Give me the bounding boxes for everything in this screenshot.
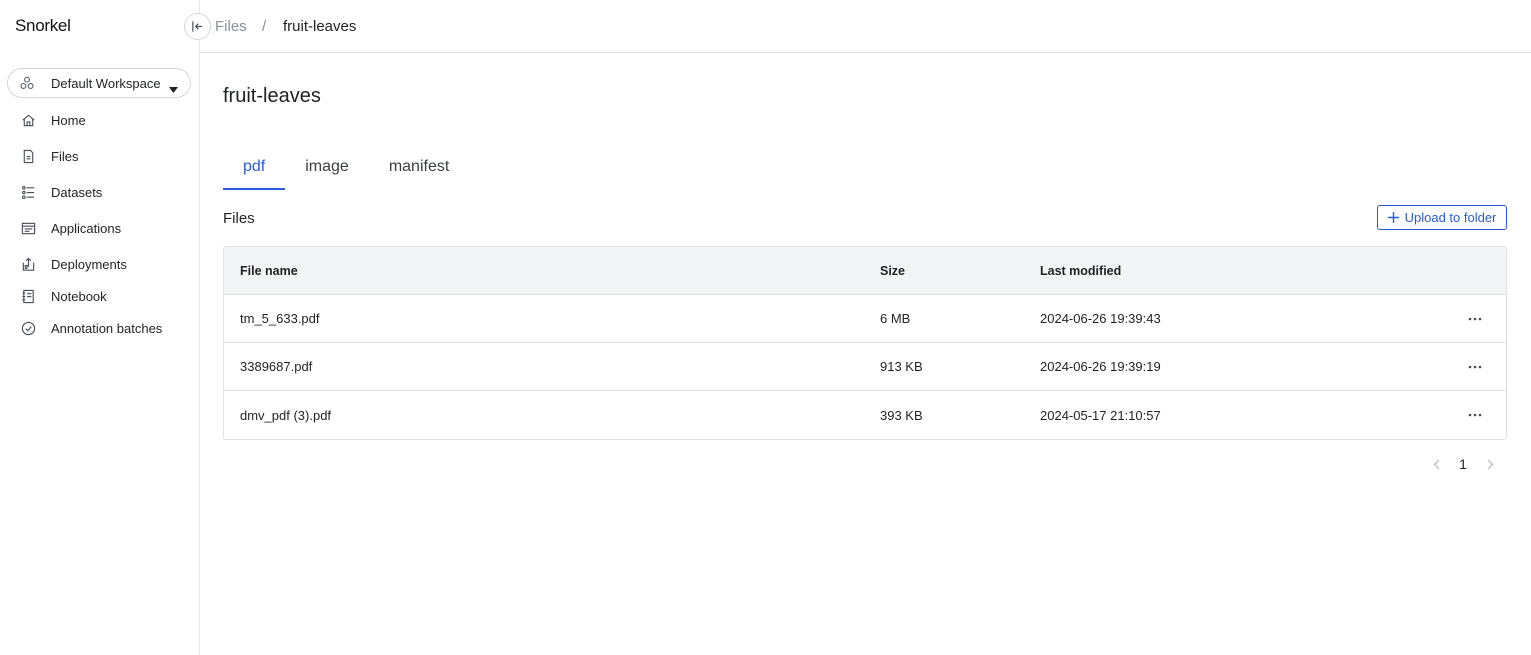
sidebar-item-label: Home xyxy=(51,112,86,128)
file-name-cell: tm_5_633.pdf xyxy=(240,311,320,326)
sidebar-item-label: Datasets xyxy=(51,184,103,200)
collapse-left-icon xyxy=(191,20,204,33)
sidebar-item-notebook[interactable]: Notebook xyxy=(0,282,199,310)
file-icon xyxy=(20,148,36,164)
workspace-name: Default Workspace xyxy=(51,75,161,91)
table-row[interactable]: 3389687.pdf 913 KB 2024-06-26 19:39:19 xyxy=(224,343,1506,391)
actions-cell xyxy=(1444,405,1506,425)
plus-icon xyxy=(1387,212,1399,223)
breadcrumb-files-link[interactable]: Files xyxy=(215,18,247,35)
file-name-cell: dmv_pdf (3).pdf xyxy=(240,407,332,423)
column-header-size[interactable]: Size xyxy=(864,264,1024,278)
caret-down-icon xyxy=(169,80,178,98)
table-row[interactable]: tm_5_633.pdf 6 MB 2024-06-26 19:39:43 xyxy=(224,295,1506,343)
actions-cell xyxy=(1444,357,1506,377)
sidebar: Snorkel Default Workspace Home Files Dat… xyxy=(0,0,200,655)
actions-cell xyxy=(1444,309,1506,329)
sidebar-item-label: Notebook xyxy=(51,288,107,304)
sidebar-item-datasets[interactable]: Datasets xyxy=(0,174,199,210)
app-root: Snorkel Default Workspace Home Files Dat… xyxy=(0,0,1531,655)
chevron-right-icon[interactable] xyxy=(1481,454,1499,474)
workspace-selector[interactable]: Default Workspace xyxy=(7,68,191,98)
deployments-icon xyxy=(20,256,36,272)
file-size-cell: 6 MB xyxy=(880,311,911,326)
tab-manifest[interactable]: manifest xyxy=(369,150,469,190)
sidebar-item-home[interactable]: Home xyxy=(0,102,199,138)
breadcrumb-separator: / xyxy=(262,18,267,35)
tab-image[interactable]: image xyxy=(285,150,369,190)
more-options-icon[interactable] xyxy=(1463,405,1487,425)
workspace-icon xyxy=(20,76,34,90)
page-number[interactable]: 1 xyxy=(1445,456,1481,472)
table-row[interactable]: dmv_pdf (3).pdf 393 KB 2024-05-17 21:10:… xyxy=(224,391,1506,439)
datasets-icon xyxy=(20,184,36,200)
column-header-file-name[interactable]: File name xyxy=(224,264,864,278)
page-title: fruit-leaves xyxy=(223,85,321,107)
folder-tabs: pdf image manifest xyxy=(223,150,469,190)
sidebar-item-label: Files xyxy=(51,148,79,164)
last-modified-cell: 2024-05-17 21:10:57 xyxy=(1040,407,1161,423)
tab-pdf[interactable]: pdf xyxy=(223,150,286,190)
app-logo[interactable]: Snorkel xyxy=(15,16,71,36)
sidebar-nav: Home Files Datasets Applications Deploym… xyxy=(0,102,199,346)
file-size-cell: 393 KB xyxy=(880,407,923,423)
last-modified-cell: 2024-06-26 19:39:19 xyxy=(1040,359,1161,374)
notebook-icon xyxy=(20,288,36,304)
applications-icon xyxy=(20,220,36,236)
check-circle-icon xyxy=(20,320,36,336)
sidebar-item-deployments[interactable]: Deployments xyxy=(0,246,199,282)
more-options-icon[interactable] xyxy=(1463,309,1487,329)
home-icon xyxy=(20,112,36,128)
files-section-label: Files xyxy=(223,210,255,227)
top-header: Files / fruit-leaves xyxy=(200,0,1531,53)
sidebar-item-applications[interactable]: Applications xyxy=(0,210,199,246)
column-header-last-modified[interactable]: Last modified xyxy=(1024,264,1444,278)
last-modified-cell: 2024-06-26 19:39:43 xyxy=(1040,311,1161,326)
sidebar-item-label: Deployments xyxy=(51,256,127,272)
files-table: File name Size Last modified tm_5_633.pd… xyxy=(223,246,1507,440)
pagination: 1 xyxy=(1427,454,1499,474)
sidebar-item-label: Annotation batches xyxy=(51,320,163,336)
file-name-cell: 3389687.pdf xyxy=(240,359,313,374)
collapse-sidebar-button[interactable] xyxy=(184,13,211,40)
breadcrumb-current: fruit-leaves xyxy=(283,18,357,35)
sidebar-item-files[interactable]: Files xyxy=(0,138,199,174)
sidebar-item-label: Applications xyxy=(51,220,122,236)
file-size-cell: 913 KB xyxy=(880,359,923,374)
table-header: File name Size Last modified xyxy=(224,247,1506,295)
chevron-left-icon[interactable] xyxy=(1427,454,1445,474)
upload-to-folder-button[interactable]: Upload to folder xyxy=(1377,205,1507,230)
sidebar-item-annotation-batches[interactable]: Annotation batches xyxy=(0,310,199,346)
upload-button-label: Upload to folder xyxy=(1404,210,1497,225)
more-options-icon[interactable] xyxy=(1463,357,1487,377)
